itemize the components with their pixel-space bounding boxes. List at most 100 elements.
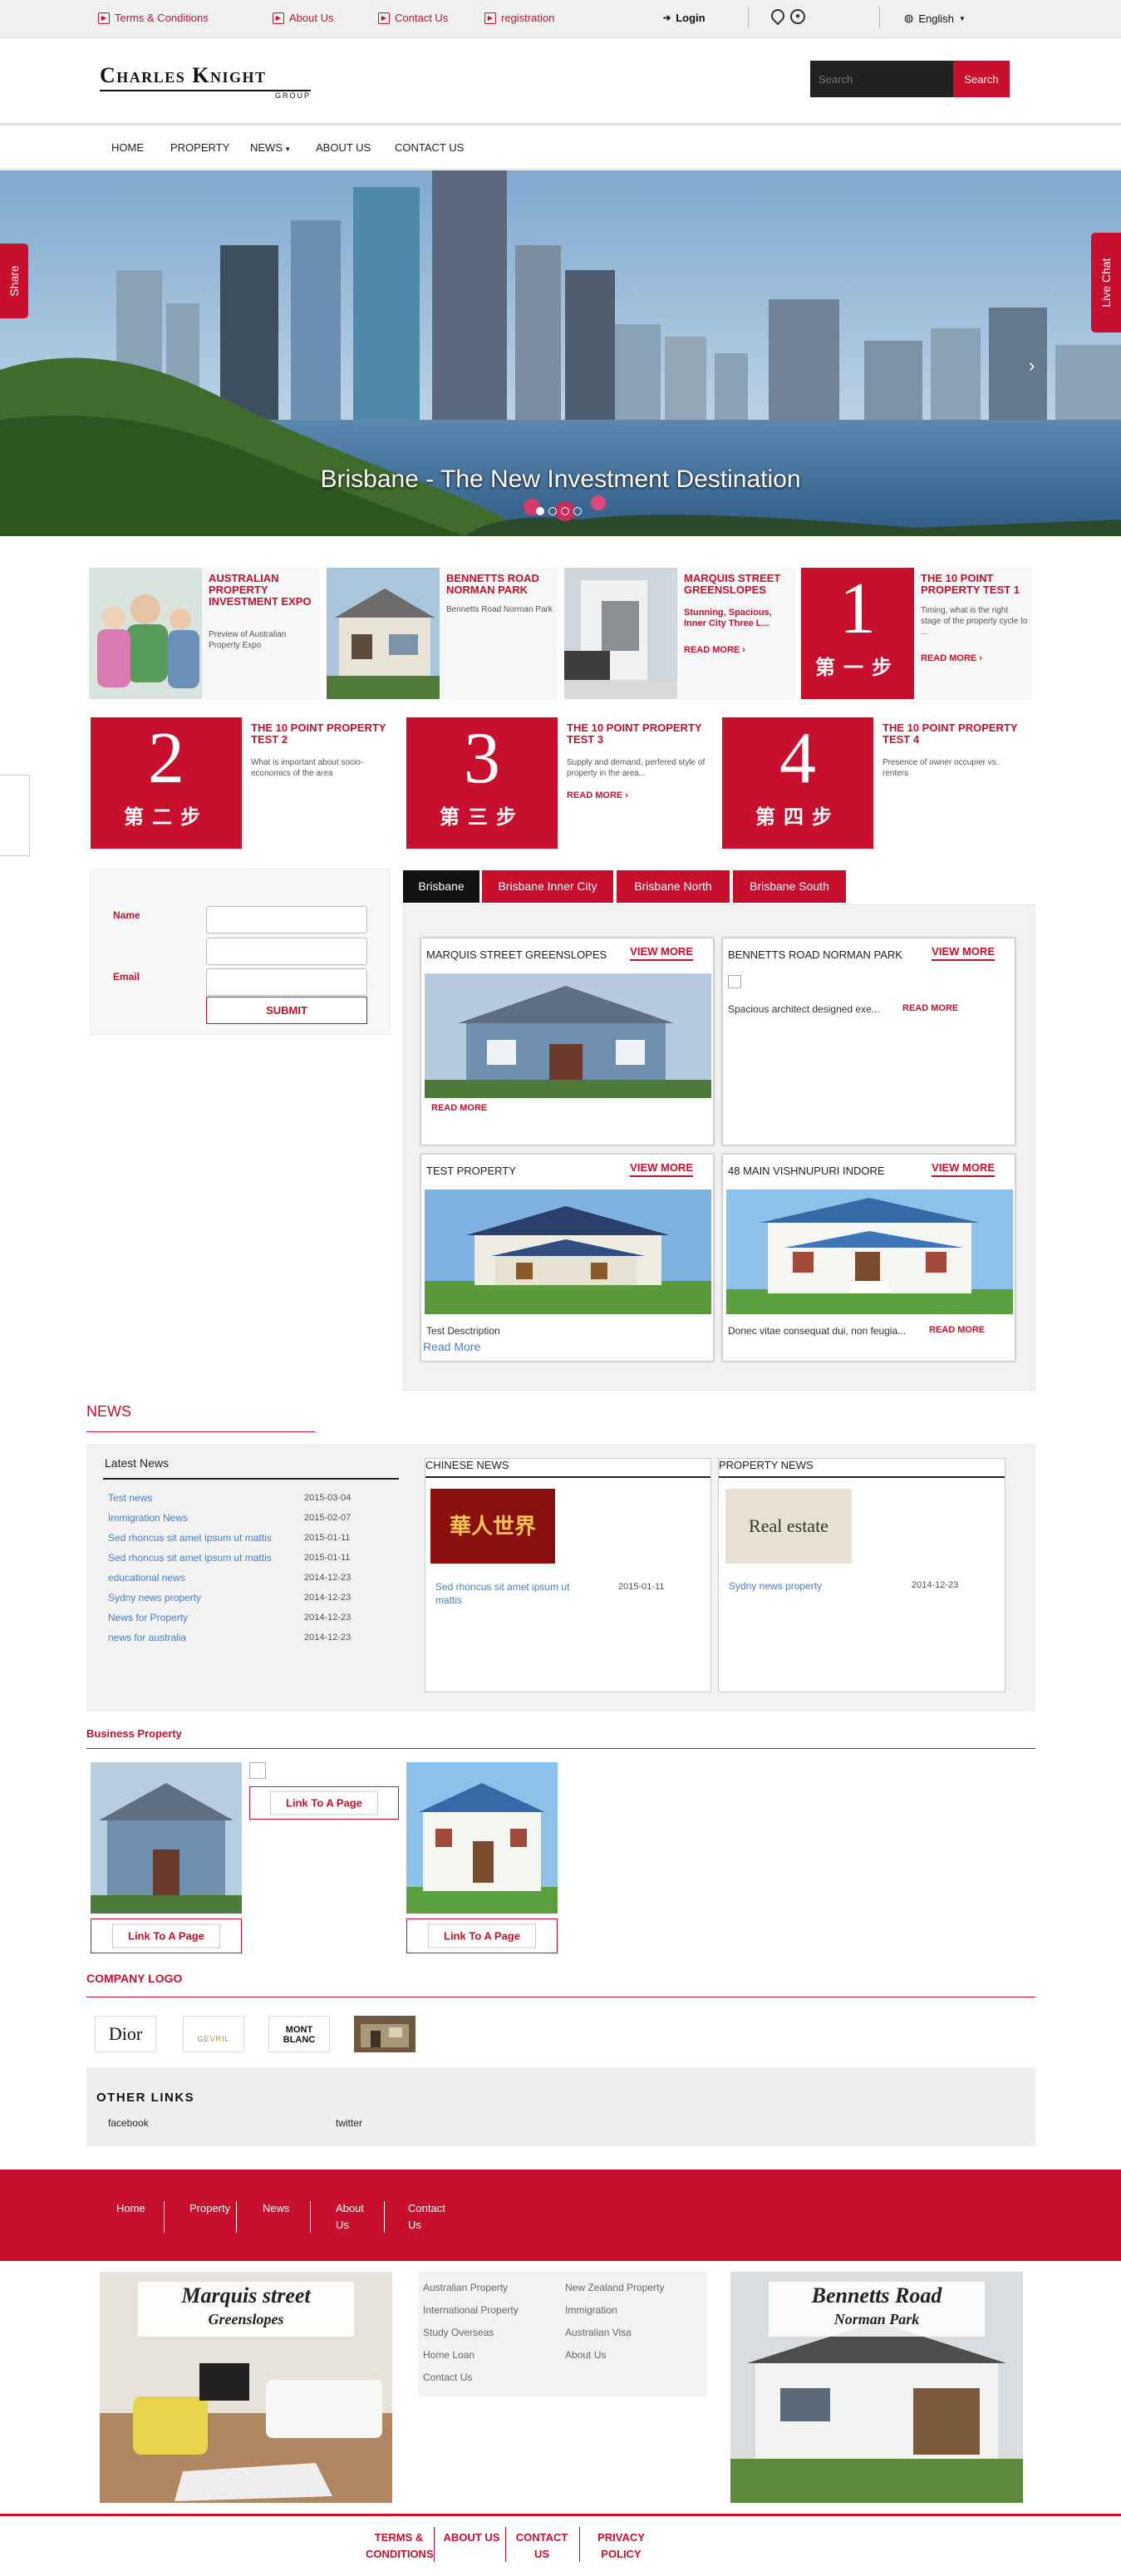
nav-contact[interactable]: CONTACT US xyxy=(395,141,464,154)
footer-link[interactable]: Australian Visa xyxy=(565,2327,632,2338)
nav-property[interactable]: PROPERTY xyxy=(170,141,229,154)
dior-logo[interactable]: Dior xyxy=(95,2016,156,2052)
property-card[interactable]: 48 MAIN VISHNUPURI INDORE VIEW MORE Done… xyxy=(722,1154,1015,1362)
name-input-2[interactable] xyxy=(206,938,367,965)
contact-link[interactable]: ▶ Contact Us xyxy=(378,12,448,24)
footer-link[interactable]: Australian Property xyxy=(423,2282,508,2293)
read-more-link[interactable]: READ MORE xyxy=(431,1103,487,1113)
slide-dot[interactable] xyxy=(561,507,569,515)
nav-news[interactable]: NEWS ▼ xyxy=(250,141,291,154)
property-card[interactable]: MARQUIS STREET GREENSLOPES VIEW MORE REA… xyxy=(420,938,714,1145)
twitter-link[interactable]: twitter xyxy=(336,2117,362,2129)
step-title[interactable]: THE 10 POINT PROPERTY TEST 3 xyxy=(567,722,708,746)
gevril-logo[interactable]: GEVRIL xyxy=(183,2016,244,2052)
step-card[interactable]: 2 第二步 THE 10 POINT PROPERTY TEST 2 What i… xyxy=(91,717,398,849)
tab-brisbane[interactable]: Brisbane xyxy=(403,870,479,903)
footer-link[interactable]: International Property xyxy=(423,2304,519,2316)
step-card[interactable]: 4 第四步 THE 10 POINT PROPERTY TEST 4 Presen… xyxy=(722,717,1030,849)
promo-title[interactable]: THE 10 POINT PROPERTY TEST 1 xyxy=(921,573,1025,596)
view-more-link[interactable]: VIEW MORE xyxy=(630,945,693,961)
footer-link[interactable]: Immigration xyxy=(565,2304,617,2316)
nav-about[interactable]: ABOUT US xyxy=(316,141,371,154)
view-more-link[interactable]: VIEW MORE xyxy=(630,1161,693,1177)
hero-slider[interactable]: Brisbane - The New Investment Destinatio… xyxy=(0,170,1121,536)
submit-button[interactable]: SUBMIT xyxy=(206,997,367,1024)
slide-dot[interactable] xyxy=(573,507,582,515)
footer-link[interactable]: About Us xyxy=(565,2349,606,2361)
name-input[interactable] xyxy=(206,906,367,933)
language-select[interactable]: ◍ English ▼ xyxy=(904,12,966,25)
facebook-link[interactable]: facebook xyxy=(108,2117,149,2129)
promo-card[interactable]: AUSTRALIAN PROPERTY INVESTMENT EXPO Prev… xyxy=(89,568,320,699)
property-card[interactable]: TEST PROPERTY VIEW MORE Test Desctriptio… xyxy=(420,1154,714,1362)
login-link[interactable]: ➔ Login xyxy=(663,12,706,24)
chinese-news-link[interactable]: Sed rhoncus sit amet ipsum ut mattis xyxy=(435,1580,593,1607)
read-more-link[interactable]: READ MORE xyxy=(902,1003,958,1013)
footer-about-link[interactable]: About Us xyxy=(336,2200,369,2234)
promo-card[interactable]: MARQUIS STREET GREENSLOPES Stunning, Spa… xyxy=(564,568,795,699)
slide-dot[interactable] xyxy=(536,507,544,515)
property-card[interactable]: BENNETTS ROAD NORMAN PARK VIEW MORE Spac… xyxy=(722,938,1015,1145)
bottom-contact-link[interactable]: CONTACT US xyxy=(513,2529,571,2563)
side-tab[interactable] xyxy=(0,775,30,856)
slide-dot[interactable] xyxy=(548,507,557,515)
step-title[interactable]: THE 10 POINT PROPERTY TEST 2 xyxy=(251,722,392,746)
next-arrow-icon[interactable]: › xyxy=(1029,355,1035,377)
logo[interactable]: Charles Knight GROUP xyxy=(100,64,316,106)
bottom-privacy-link[interactable]: PRIVACY POLICY xyxy=(590,2529,652,2563)
nav-home[interactable]: HOME xyxy=(111,141,144,154)
latest-news-link[interactable]: educational news xyxy=(108,1572,185,1584)
footer-right-feature[interactable]: Bennetts Road Norman Park xyxy=(730,2272,1023,2503)
footer-contact-link[interactable]: Contact Us xyxy=(408,2200,450,2234)
step-title[interactable]: THE 10 POINT PROPERTY TEST 4 xyxy=(883,722,1024,746)
bottom-about-link[interactable]: ABOUT US xyxy=(440,2529,503,2546)
latest-news-link[interactable]: News for Property xyxy=(108,1612,188,1623)
compass-icon[interactable]: ● xyxy=(790,9,805,24)
tab-brisbane-north[interactable]: Brisbane North xyxy=(617,870,730,903)
tab-brisbane-south[interactable]: Brisbane South xyxy=(733,870,846,903)
search-button[interactable]: Search xyxy=(953,61,1010,97)
terms-link[interactable]: ▶ Terms & Conditions xyxy=(98,12,209,24)
live-chat-tab[interactable]: Live Chat xyxy=(1091,233,1121,332)
read-more-link[interactable]: READ MORE › xyxy=(684,645,745,655)
latest-news-link[interactable]: Sed rhoncus sit amet ipsum ut mattis xyxy=(108,1552,272,1564)
read-more-link[interactable]: READ MORE › xyxy=(567,791,628,800)
email-input[interactable] xyxy=(206,968,367,996)
footer-link[interactable]: Study Overseas xyxy=(423,2327,494,2338)
view-more-link[interactable]: VIEW MORE xyxy=(932,1161,995,1177)
map-pin-icon[interactable] xyxy=(768,6,788,26)
latest-news-link[interactable]: news for australia xyxy=(108,1632,186,1643)
latest-news-link[interactable]: Immigration News xyxy=(108,1512,188,1524)
footer-link[interactable]: Home Loan xyxy=(423,2349,474,2361)
promo-title[interactable]: AUSTRALIAN PROPERTY INVESTMENT EXPO xyxy=(209,573,312,608)
tab-brisbane-inner-city[interactable]: Brisbane Inner City xyxy=(482,870,613,903)
promo-card[interactable]: 1 第一步 THE 10 POINT PROPERTY TEST 1 Timing… xyxy=(801,568,1032,699)
link-to-page-button[interactable]: Link To A Page xyxy=(91,1918,242,1953)
company-image-logo[interactable] xyxy=(354,2016,415,2052)
footer-home-link[interactable]: Home xyxy=(116,2200,145,2217)
about-link[interactable]: ▶ About Us xyxy=(273,12,333,24)
latest-news-link[interactable]: Sed rhoncus sit amet ipsum ut mattis xyxy=(108,1532,272,1544)
promo-title[interactable]: BENNETTS ROAD NORMAN PARK xyxy=(446,573,550,596)
footer-left-feature[interactable]: Marquis street Greenslopes xyxy=(100,2272,392,2503)
read-more-link[interactable]: Read More xyxy=(423,1340,480,1353)
registration-link[interactable]: ▶ registration xyxy=(484,12,554,24)
montblanc-logo[interactable]: MONT BLANC xyxy=(268,2016,330,2052)
promo-title[interactable]: MARQUIS STREET GREENSLOPES xyxy=(684,573,788,596)
footer-link[interactable]: New Zealand Property xyxy=(565,2282,664,2293)
promo-card[interactable]: BENNETTS ROAD NORMAN PARK Bennetts Road … xyxy=(327,568,558,699)
view-more-link[interactable]: VIEW MORE xyxy=(932,945,995,961)
bottom-terms-link[interactable]: TERMS & CONDITIONS xyxy=(366,2529,434,2563)
link-to-page-button[interactable]: Link To A Page xyxy=(406,1918,558,1953)
share-tab[interactable]: Share xyxy=(0,244,28,318)
step-card[interactable]: 3 第三步 THE 10 POINT PROPERTY TEST 3 Supply… xyxy=(406,717,714,849)
read-more-link[interactable]: READ MORE › xyxy=(921,653,982,663)
link-to-page-button[interactable]: Link To A Page xyxy=(249,1786,399,1820)
search-input[interactable] xyxy=(810,61,953,97)
footer-news-link[interactable]: News xyxy=(263,2200,290,2217)
read-more-link[interactable]: READ MORE xyxy=(929,1325,985,1335)
footer-link[interactable]: Contact Us xyxy=(423,2372,472,2383)
property-news-link[interactable]: Sydny news property xyxy=(729,1580,822,1592)
latest-news-link[interactable]: Sydny news property xyxy=(108,1592,201,1603)
footer-property-link[interactable]: Property xyxy=(189,2200,230,2217)
